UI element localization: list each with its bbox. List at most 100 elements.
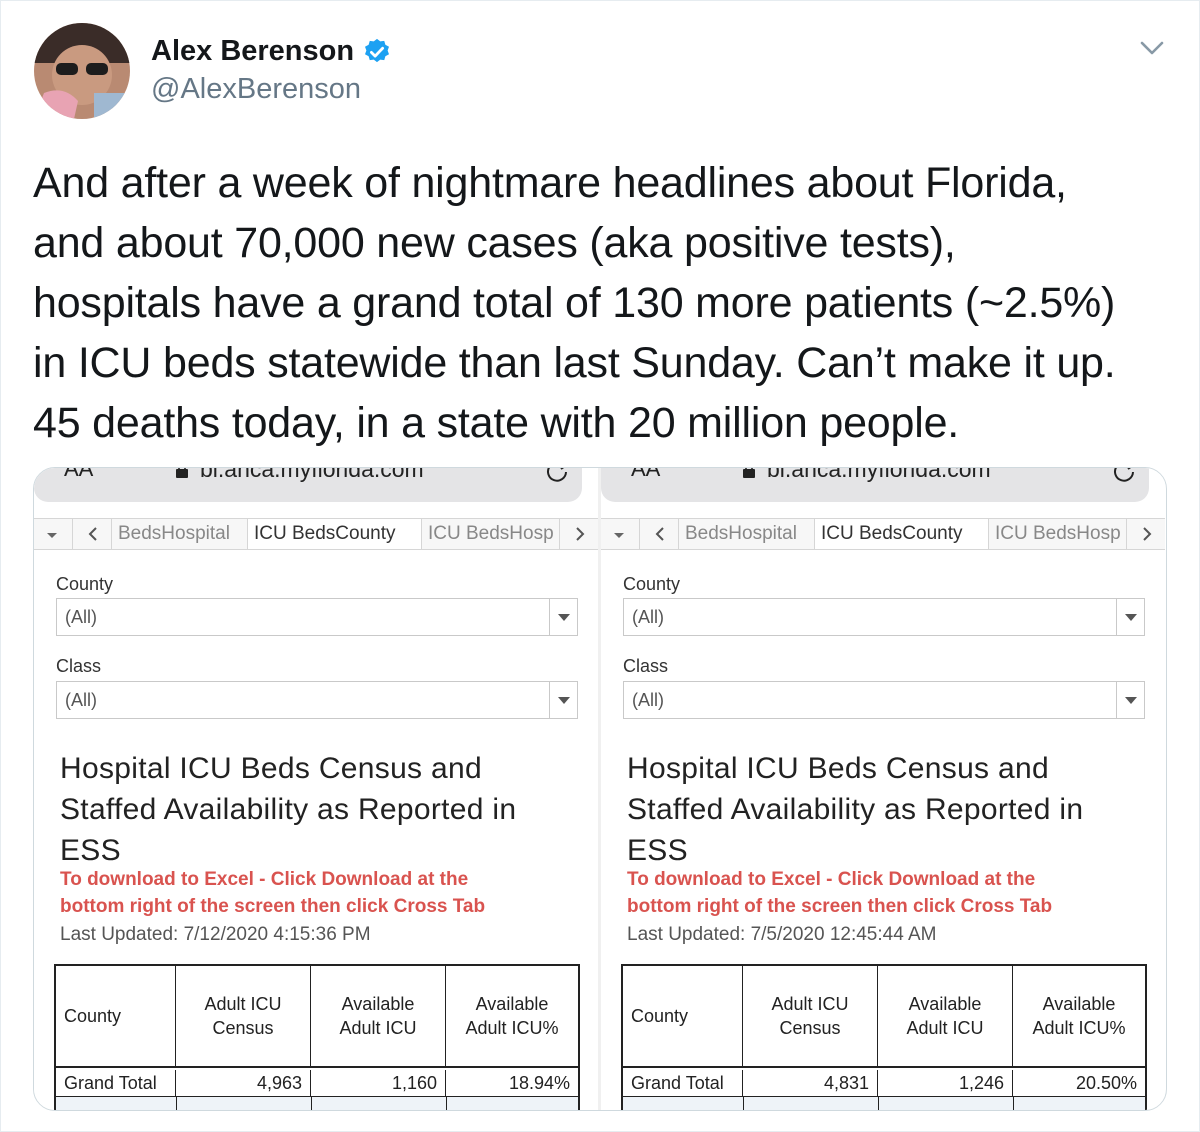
tweet-text-line: 45 deaths today, in a state with 20 mill…: [33, 399, 960, 447]
table-header-text: Available Adult ICU%: [1032, 994, 1126, 1038]
icu-table: County Adult ICU Census Available Adult …: [54, 964, 580, 1110]
tweet-text-line: And after a week of nightmare headlines …: [33, 159, 1067, 207]
class-filter-select: (All): [56, 681, 578, 719]
table-header-cell: Available Adult ICU%: [446, 966, 578, 1066]
last-updated: Last Updated: 7/5/2020 12:45:44 AM: [627, 924, 937, 945]
tab-bar: BedsHospital ICU BedsCounty ICU BedsHosp: [34, 518, 598, 550]
table-cell: 4,963: [176, 1070, 311, 1096]
class-filter-value: (All): [632, 690, 664, 710]
lock-icon: [743, 468, 755, 478]
tab-next-icon: [562, 519, 598, 549]
author-name[interactable]: Alex Berenson: [151, 35, 392, 68]
chevron-down-icon[interactable]: [1137, 35, 1167, 61]
table-cell: 1,160: [311, 1070, 446, 1096]
report-title-line: ESS: [60, 834, 121, 867]
table-header-cell: Adult ICU Census: [743, 966, 878, 1066]
county-filter-value: (All): [65, 607, 97, 627]
table-cell: 20.50%: [1075, 1073, 1137, 1093]
tab-dropdown-icon: [607, 525, 631, 545]
instruction-line: To download to Excel - Click Download at…: [627, 869, 1036, 890]
tab-icu-beds-county: ICU BedsCounty: [815, 519, 989, 549]
county-filter-value: (All): [632, 607, 664, 627]
county-filter-select: (All): [623, 598, 1145, 636]
county-filter-select: (All): [56, 598, 578, 636]
class-filter-label: Class: [56, 656, 102, 676]
author-handle[interactable]: @AlexBerenson: [151, 73, 361, 106]
tab-icu-beds-hosp: ICU BedsHosp: [989, 519, 1127, 549]
table-header-text: Available Adult ICU: [339, 994, 417, 1038]
dropdown-arrow-icon: [1116, 682, 1144, 718]
lock-icon: [176, 468, 188, 478]
tweet-card: Alex Berenson @AlexBerenson And after a …: [0, 0, 1200, 1132]
table-header-text: Available Adult ICU: [906, 994, 984, 1038]
avatar[interactable]: [34, 23, 130, 119]
dropdown-arrow-icon: [549, 682, 577, 718]
table-header-cell: Available Adult ICU: [311, 966, 446, 1066]
instruction-line: bottom right of the screen then click Cr…: [60, 896, 486, 917]
table-row-cutoff: [56, 1096, 578, 1110]
report-title-line: Hospital ICU Beds Census and: [60, 752, 482, 785]
screenshot-panel-left: AA bi.ahca.myflorida.com BedsHospital IC…: [34, 468, 598, 1110]
header-divider: [56, 1066, 578, 1068]
table-header-cell: Available Adult ICU: [878, 966, 1013, 1066]
table-cell: Grand Total: [56, 1070, 176, 1096]
reload-icon: [1111, 468, 1137, 484]
report-title: Hospital ICU Beds Census and Staffed Ava…: [60, 748, 580, 871]
report-title: Hospital ICU Beds Census and Staffed Ava…: [627, 748, 1147, 871]
county-filter-label: County: [623, 574, 681, 594]
last-updated: Last Updated: 7/12/2020 4:15:36 PM: [60, 924, 371, 945]
class-filter-value: (All): [65, 690, 97, 710]
browser-url-bar: AA bi.ahca.myflorida.com: [601, 468, 1149, 502]
table-header-text: Adult ICU Census: [204, 994, 282, 1038]
report-title-line: Staffed Availability as Reported in: [627, 793, 1084, 826]
icu-table: County Adult ICU Census Available Adult …: [621, 964, 1147, 1110]
tab-icu-beds-hosp: ICU BedsHosp: [422, 519, 560, 549]
table-cell: 1,246: [878, 1070, 1013, 1096]
instruction-line: bottom right of the screen then click Cr…: [627, 896, 1053, 917]
table-header-cell: County: [623, 966, 743, 1066]
header-divider: [623, 1066, 1145, 1068]
table-header-cell: Adult ICU Census: [176, 966, 311, 1066]
table-cell: 18.94%: [508, 1073, 570, 1093]
tab-beds-hospital: BedsHospital: [112, 519, 248, 549]
table-header-cell: Available Adult ICU%: [1013, 966, 1145, 1066]
text-size-button: AA: [631, 468, 661, 481]
tab-beds-hospital: BedsHospital: [679, 519, 815, 549]
tweet-text-line: and about 70,000 new cases (aka positive…: [33, 219, 956, 267]
report-title-line: Hospital ICU Beds Census and: [627, 752, 1049, 785]
tweet-text-line: in ICU beds statewide than last Sunday. …: [33, 339, 1116, 387]
tab-next-icon: [1129, 519, 1165, 549]
tab-bar: BedsHospital ICU BedsCounty ICU BedsHosp: [601, 518, 1165, 550]
report-title-line: ESS: [627, 834, 688, 867]
browser-url: bi.ahca.myflorida.com: [200, 468, 424, 482]
table-header-text: Available Adult ICU%: [465, 994, 559, 1038]
class-filter-select: (All): [623, 681, 1145, 719]
media-image[interactable]: AA bi.ahca.myflorida.com BedsHospital IC…: [33, 467, 1167, 1111]
browser-url: bi.ahca.myflorida.com: [767, 468, 991, 482]
author-name-text[interactable]: Alex Berenson: [151, 35, 354, 68]
tab-prev-icon: [72, 519, 112, 549]
browser-url-bar: AA bi.ahca.myflorida.com: [34, 468, 582, 502]
class-filter-label: Class: [623, 656, 669, 676]
table-header-cell: County: [56, 966, 176, 1066]
table-cell: Grand Total: [623, 1070, 743, 1096]
tab-prev-icon: [639, 519, 679, 549]
text-size-button: AA: [64, 468, 94, 481]
dropdown-arrow-icon: [1116, 599, 1144, 635]
report-title-line: Staffed Availability as Reported in: [60, 793, 517, 826]
dropdown-arrow-icon: [549, 599, 577, 635]
county-filter-label: County: [56, 574, 114, 594]
tab-icu-beds-county: ICU BedsCounty: [248, 519, 422, 549]
reload-icon: [544, 468, 570, 484]
tab-dropdown-icon: [40, 525, 64, 545]
tweet-text-line: hospitals have a grand total of 130 more…: [33, 279, 1116, 327]
table-cell: 4,831: [743, 1070, 878, 1096]
screenshot-panel-right: AA bi.ahca.myflorida.com BedsHospital IC…: [601, 468, 1165, 1110]
instruction-line: To download to Excel - Click Download at…: [60, 869, 469, 890]
table-header-text: Adult ICU Census: [771, 994, 849, 1038]
tweet-text: And after a week of nightmare headlines …: [33, 153, 1183, 453]
download-instruction: To download to Excel - Click Download at…: [60, 866, 580, 920]
verified-badge-icon: [362, 37, 392, 67]
download-instruction: To download to Excel - Click Download at…: [627, 866, 1147, 920]
table-row-cutoff: [623, 1096, 1145, 1110]
